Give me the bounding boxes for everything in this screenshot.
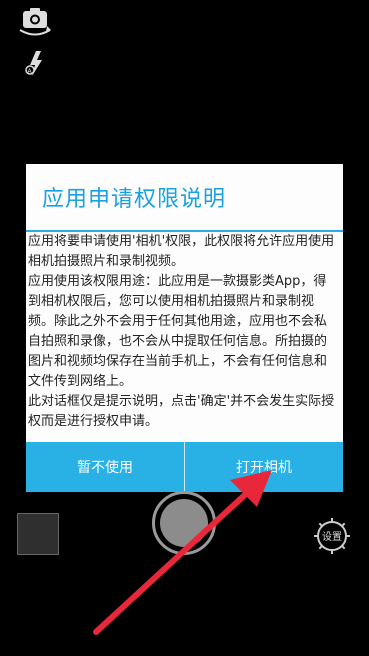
settings-label: 设置	[322, 532, 342, 543]
cancel-button[interactable]: 暂不使用	[26, 442, 184, 492]
open-camera-button[interactable]: 打开相机	[185, 442, 343, 492]
permission-dialog: 应用申请权限说明 应用将要申请使用'相机'权限，此权限将允许应用使用相机拍摄照片…	[26, 164, 343, 492]
gallery-thumbnail[interactable]	[17, 513, 59, 555]
dialog-button-row: 暂不使用 打开相机	[26, 442, 343, 492]
settings-button[interactable]: 设置	[312, 516, 352, 556]
shutter-inner	[160, 499, 208, 547]
switch-camera-icon[interactable]	[16, 6, 54, 38]
dialog-message: 应用将要申请使用'相机'权限，此权限将允许应用使用相机拍摄照片和录制视频。 应用…	[28, 234, 335, 429]
flash-auto-icon[interactable]: A	[22, 48, 52, 78]
dialog-title: 应用申请权限说明	[42, 187, 227, 212]
shutter-button[interactable]	[152, 491, 216, 555]
